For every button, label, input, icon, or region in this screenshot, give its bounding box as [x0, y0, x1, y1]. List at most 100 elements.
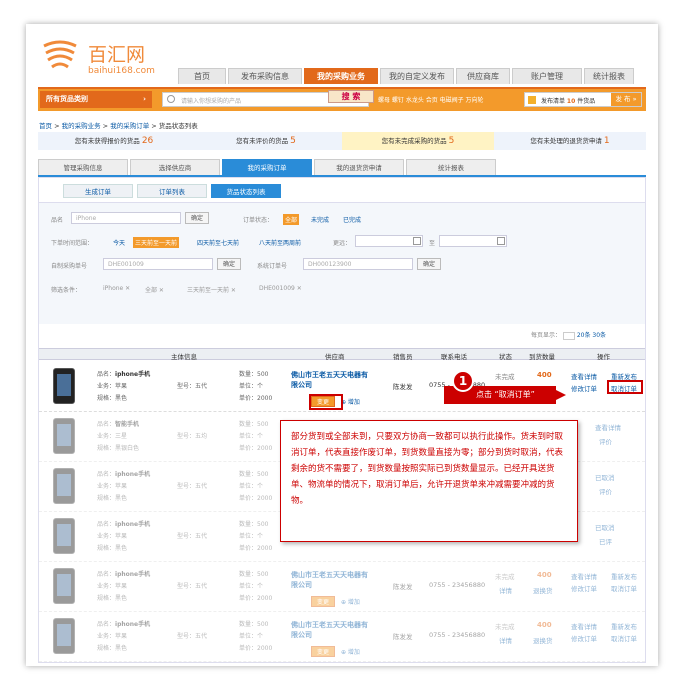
stat-unquoted[interactable]: 您有未获得报价的货品 26: [38, 132, 190, 150]
cond-chip[interactable]: 三天前至一天前 ✕: [187, 285, 236, 294]
crumb-home[interactable]: 首页: [39, 122, 52, 130]
highlight-box: [607, 380, 643, 394]
seller-name: 陈发发: [393, 583, 413, 591]
calendar-icon[interactable]: [413, 237, 421, 245]
crumb-purchase[interactable]: 我的采购业务: [62, 122, 101, 130]
publish-button[interactable]: 发 布 »: [611, 93, 641, 106]
status-done[interactable]: 已完成: [343, 215, 361, 224]
edit-order-link[interactable]: 修改订单: [571, 383, 597, 393]
page-size-20[interactable]: 20条: [577, 332, 591, 339]
return-link[interactable]: 退换货: [533, 635, 553, 645]
table-row: 品名：iphone手机 业务：苹果 规格：黑色 型号：五代 数量：500 单位：个 单价：2…: [39, 562, 645, 612]
main-nav: 首页 发布采购信息 我的采购业务 我的自定义发布 供应商库 账户管理 统计报表: [178, 68, 636, 84]
status-link[interactable]: 已取消: [595, 472, 615, 482]
hot-keywords[interactable]: 螺母 螺钉 水龙头 合页 电磁阀子 万向轮: [378, 95, 484, 104]
page-size-30[interactable]: 30条: [592, 332, 606, 339]
nav-my-purchase[interactable]: 我的采购业务: [304, 68, 378, 84]
tab-goods-status[interactable]: 货品状态列表: [211, 184, 281, 198]
self-no-input[interactable]: DHE001009: [103, 258, 213, 270]
tab-stats[interactable]: 统计报表: [406, 159, 496, 175]
rate-link[interactable]: 评价: [599, 436, 612, 446]
republish-link[interactable]: 重新发布: [611, 621, 637, 631]
cancel-order-link[interactable]: 取消订单: [611, 633, 637, 643]
sys-no-input[interactable]: DH000123900: [303, 258, 413, 270]
stat-incomplete[interactable]: 您有未完成采购的货品 5: [342, 132, 494, 150]
product-image[interactable]: [53, 618, 75, 654]
status-detail-link[interactable]: 详情: [499, 635, 512, 645]
nav-publish-purchase[interactable]: 发布采购信息: [228, 68, 302, 84]
nav-supplier-lib[interactable]: 供应商库: [456, 68, 510, 84]
product-image[interactable]: [53, 418, 75, 454]
tab-select-supplier[interactable]: 选择供应商: [130, 159, 220, 175]
return-link[interactable]: 退换货: [533, 585, 553, 595]
edit-order-link[interactable]: 修改订单: [571, 633, 597, 643]
stat-returns[interactable]: 您有未处理的退货货申请 1: [494, 132, 646, 150]
nav-reports[interactable]: 统计报表: [584, 68, 634, 84]
cond-chip[interactable]: iPhone ✕: [103, 285, 130, 292]
publish-list: 发布清单 10 件货品 发 布 »: [524, 92, 642, 107]
calendar-icon[interactable]: [497, 237, 505, 245]
change-button[interactable]: 变更: [311, 596, 335, 607]
tab-my-orders[interactable]: 我的采购订单: [222, 159, 312, 175]
product-image[interactable]: [53, 518, 75, 554]
tab-order-list[interactable]: 订单列表: [137, 184, 207, 198]
sys-no-ok-button[interactable]: 确定: [417, 258, 441, 270]
product-qty: 数量：500: [239, 471, 269, 478]
add-button[interactable]: ⊕ 增加: [341, 397, 360, 406]
cond-chip[interactable]: 全部 ✕: [145, 285, 164, 294]
name-label: 品名: [51, 217, 64, 224]
tab-generate-order[interactable]: 生成订单: [63, 184, 133, 198]
time-today[interactable]: 今天: [113, 238, 125, 247]
add-button[interactable]: ⊕ 增加: [341, 647, 360, 656]
page-size-select[interactable]: [562, 331, 575, 340]
crumb-orders[interactable]: 我的采购订单: [110, 122, 149, 130]
rate-link[interactable]: 已评: [599, 536, 612, 546]
cond-chip[interactable]: DHE001009 ✕: [259, 285, 302, 292]
cancel-order-link[interactable]: 取消订单: [611, 583, 637, 593]
sub-tabs: 管理采购信息 选择供应商 我的采购订单 我的退货货申请 统计报表: [38, 159, 498, 175]
republish-link[interactable]: 重新发布: [611, 571, 637, 581]
nav-account[interactable]: 账户管理: [512, 68, 582, 84]
name-ok-button[interactable]: 确定: [185, 212, 209, 224]
change-button[interactable]: 变更: [311, 646, 335, 657]
category-dropdown[interactable]: 所有货品类别 ›: [40, 91, 152, 108]
arrived-qty: 400: [537, 371, 552, 379]
view-detail-link[interactable]: 查看详情: [571, 371, 597, 381]
supplier-name[interactable]: 佛山市王老五天天电器有限公司: [291, 620, 371, 640]
add-button[interactable]: ⊕ 增加: [341, 597, 360, 606]
status-detail-link[interactable]: 详情: [499, 585, 512, 595]
edit-order-link[interactable]: 修改订单: [571, 583, 597, 593]
view-detail-link[interactable]: 查看详情: [571, 571, 597, 581]
view-detail-link[interactable]: 查看详情: [571, 621, 597, 631]
status-link[interactable]: 查看详情: [595, 422, 621, 432]
nav-custom-publish[interactable]: 我的自定义发布: [380, 68, 454, 84]
nav-home[interactable]: 首页: [178, 68, 226, 84]
product-name: 品名：iphone手机: [97, 371, 151, 378]
time-4-7[interactable]: 四天前至七天前: [197, 238, 239, 247]
status-label: 订单状态：: [243, 217, 274, 224]
rate-link[interactable]: 评价: [599, 486, 612, 496]
product-name: 品名：iphone手机: [97, 571, 151, 578]
status-undone[interactable]: 未完成: [311, 215, 329, 224]
name-input[interactable]: iPhone: [71, 212, 181, 224]
search-button[interactable]: 搜 索: [328, 90, 374, 103]
product-model: 型号：五代: [177, 633, 208, 640]
status-all[interactable]: 全部: [283, 214, 300, 225]
supplier-name[interactable]: 佛山市王老五天天电器有限公司: [291, 370, 371, 390]
stat-unrated[interactable]: 您有未评价的货品 5: [190, 132, 342, 150]
site-logo[interactable]: 百汇网 baihui168.com: [40, 32, 160, 76]
product-image[interactable]: [53, 568, 75, 604]
time-3-1[interactable]: 三天前至一天前: [133, 237, 180, 248]
publish-list-text: 发布清单 10 件货品: [541, 98, 596, 105]
product-image[interactable]: [53, 468, 75, 504]
supplier-name[interactable]: 佛山市王老五天天电器有限公司: [291, 570, 371, 590]
stats-bar: 您有未获得报价的货品 26 您有未评价的货品 5 您有未完成采购的货品 5 您有…: [38, 132, 646, 150]
cond-label: 筛选条件：: [51, 287, 82, 294]
status-link[interactable]: 已取消: [595, 522, 615, 532]
time-8-14[interactable]: 八天前至两周前: [259, 238, 301, 247]
self-no-ok-button[interactable]: 确定: [217, 258, 241, 270]
tab-manage[interactable]: 管理采购信息: [38, 159, 128, 175]
tab-returns[interactable]: 我的退货货申请: [314, 159, 404, 175]
product-image[interactable]: [53, 368, 75, 404]
status-text: 未完成: [495, 623, 515, 631]
